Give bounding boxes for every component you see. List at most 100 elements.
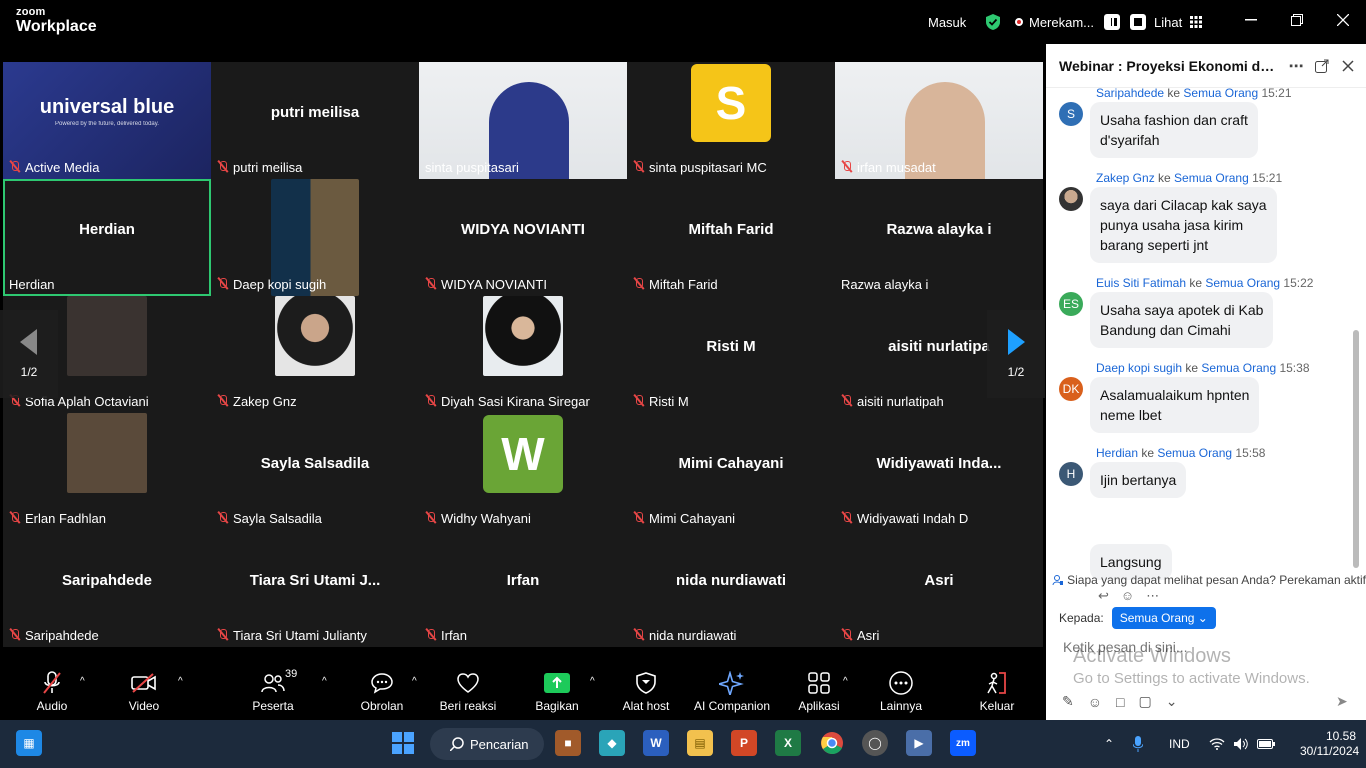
message-recipient[interactable]: Semua Orang: [1174, 171, 1249, 185]
taskbar-clock[interactable]: 10.58 30/11/2024: [1300, 729, 1359, 759]
tray-mic-icon[interactable]: [1133, 720, 1143, 768]
pause-recording-button[interactable]: [1104, 14, 1121, 30]
video-tile[interactable]: sinta puspitasari: [419, 62, 627, 179]
language-indicator[interactable]: IND: [1169, 720, 1190, 768]
message-sender[interactable]: Herdian: [1096, 446, 1138, 460]
video-tile[interactable]: WIDYA NOVIANTI WIDYA NOVIANTI: [419, 179, 627, 296]
task-view-icon[interactable]: ▦: [16, 730, 42, 756]
previous-page-button[interactable]: 1/2: [0, 310, 58, 398]
media-player-icon[interactable]: ▶: [906, 730, 932, 756]
video-tile[interactable]: Ssinta puspitasari MC: [627, 62, 835, 179]
video-button[interactable]: Video: [122, 660, 166, 720]
apps-options-caret-icon[interactable]: ^: [843, 676, 848, 687]
chat-button[interactable]: Obrolan: [356, 660, 408, 720]
wifi-icon[interactable]: [1209, 720, 1225, 768]
sender-avatar[interactable]: H: [1059, 462, 1083, 486]
close-chat-icon[interactable]: [1338, 56, 1358, 76]
message-sender[interactable]: Euis Siti Fatimah: [1096, 276, 1186, 290]
word-icon[interactable]: W: [643, 730, 669, 756]
video-tile[interactable]: Diyah Sasi Kirana Siregar: [419, 296, 627, 413]
apps-button[interactable]: Aplikasi: [794, 660, 844, 720]
security-shield-icon[interactable]: [985, 0, 1001, 44]
video-tile[interactable]: Erlan Fadhlan: [3, 413, 211, 530]
more-button[interactable]: Lainnya: [876, 660, 926, 720]
chat-scrollbar[interactable]: [1353, 330, 1359, 568]
video-tile[interactable]: Tiara Sri Utami J... Tiara Sri Utami Juli…: [211, 530, 419, 647]
message-sender[interactable]: Daep kopi sugih: [1096, 361, 1182, 375]
video-tile[interactable]: Mimi Cahayani Mimi Cahayani: [627, 413, 835, 530]
share-options-caret-icon[interactable]: ^: [590, 676, 595, 687]
leave-button[interactable]: Keluar: [974, 660, 1020, 720]
video-options-caret-icon[interactable]: ^: [178, 676, 183, 687]
message-recipient[interactable]: Semua Orang: [1157, 446, 1232, 460]
close-button[interactable]: [1320, 0, 1366, 40]
reactions-button[interactable]: Beri reaksi: [436, 660, 500, 720]
start-menu-icon[interactable]: [390, 730, 416, 756]
emoji-icon[interactable]: ☺: [1088, 694, 1102, 710]
chat-options-caret-icon[interactable]: ^: [412, 676, 417, 687]
more-composer-icon[interactable]: ⌄: [1166, 693, 1178, 710]
audio-options-caret-icon[interactable]: ^: [80, 676, 85, 687]
game-app-icon[interactable]: ■: [555, 730, 581, 756]
video-tile[interactable]: Miftah Farid Miftah Farid: [627, 179, 835, 296]
taskbar-search[interactable]: Pencarian: [430, 728, 544, 760]
recipient-dropdown[interactable]: Semua Orang ⌄: [1111, 607, 1216, 629]
reply-icon[interactable]: ↩: [1098, 588, 1109, 604]
sender-avatar[interactable]: DK: [1059, 377, 1083, 401]
send-icon[interactable]: ➤: [1336, 693, 1348, 710]
video-tile[interactable]: Irfan Irfan: [419, 530, 627, 647]
video-tile[interactable]: Widiyawati Inda... Widiyawati Indah D: [835, 413, 1043, 530]
minecraft-app-icon[interactable]: ◆: [599, 730, 625, 756]
add-reaction-icon[interactable]: ☺: [1121, 588, 1134, 604]
more-options-icon[interactable]: ⋯: [1286, 56, 1306, 76]
message-sender[interactable]: Zakep Gnz: [1096, 171, 1155, 185]
privacy-notice[interactable]: Siapa yang dapat melihat pesan Anda? Per…: [1046, 570, 1366, 590]
stop-recording-button[interactable]: [1130, 14, 1147, 30]
host-tools-button[interactable]: Alat host: [618, 660, 674, 720]
video-tile[interactable]: putri meilisa putri meilisa: [211, 62, 419, 179]
video-tile[interactable]: Sayla Salsadila Sayla Salsadila: [211, 413, 419, 530]
sender-avatar[interactable]: [1059, 187, 1083, 211]
video-tile[interactable]: Daep kopi sugih: [211, 179, 419, 296]
message-sender[interactable]: Saripahdede: [1096, 88, 1164, 100]
sender-avatar[interactable]: ES: [1059, 292, 1083, 316]
participants-button[interactable]: 39 Peserta: [248, 660, 298, 720]
sender-avatar[interactable]: S: [1059, 102, 1083, 126]
video-tile[interactable]: Herdian Herdian: [3, 179, 211, 296]
video-tile[interactable]: Asri Asri: [835, 530, 1043, 647]
chrome-icon[interactable]: [819, 730, 845, 756]
file-explorer-icon[interactable]: ▤: [687, 730, 713, 756]
pop-out-icon[interactable]: [1312, 56, 1332, 76]
video-tile[interactable]: nida nurdiawati nida nurdiawati: [627, 530, 835, 647]
sign-in-button[interactable]: Masuk: [928, 0, 966, 44]
video-tile[interactable]: Saripahdede Saripahdede: [3, 530, 211, 647]
more-message-options-icon[interactable]: ⋯: [1146, 588, 1159, 604]
zoom-app-icon[interactable]: zm: [950, 730, 976, 756]
battery-icon[interactable]: [1257, 720, 1275, 768]
ai-companion-button[interactable]: AI Companion: [690, 660, 774, 720]
message-recipient[interactable]: Semua Orang: [1183, 88, 1258, 100]
powerpoint-icon[interactable]: P: [731, 730, 757, 756]
message-recipient[interactable]: Semua Orang: [1201, 361, 1276, 375]
video-tile[interactable]: Risti M Risti M: [627, 296, 835, 413]
format-text-icon[interactable]: ✎: [1062, 693, 1074, 710]
participants-options-caret-icon[interactable]: ^: [322, 676, 327, 687]
audio-button[interactable]: Audio: [30, 660, 74, 720]
view-button[interactable]: Lihat: [1154, 0, 1203, 44]
screenshot-icon[interactable]: ▢: [1139, 693, 1152, 710]
message-recipient[interactable]: Semua Orang: [1205, 276, 1280, 290]
restore-button[interactable]: [1274, 0, 1320, 40]
minimize-button[interactable]: [1228, 0, 1274, 40]
attach-file-icon[interactable]: □: [1116, 694, 1124, 710]
video-tile[interactable]: irfan musadat: [835, 62, 1043, 179]
tray-overflow-icon[interactable]: ⌃: [1104, 720, 1114, 768]
video-tile[interactable]: Zakep Gnz: [211, 296, 419, 413]
volume-icon[interactable]: [1233, 720, 1249, 768]
video-tile[interactable]: W Widhy Wahyani: [419, 413, 627, 530]
next-page-button[interactable]: 1/2: [987, 310, 1045, 398]
excel-icon[interactable]: X: [775, 730, 801, 756]
obs-icon[interactable]: ◯: [862, 730, 888, 756]
video-tile[interactable]: universal blue Powered by the future, del…: [3, 62, 211, 179]
video-tile[interactable]: Razwa alayka i Razwa alayka i: [835, 179, 1043, 296]
share-button[interactable]: Bagikan: [532, 660, 582, 720]
